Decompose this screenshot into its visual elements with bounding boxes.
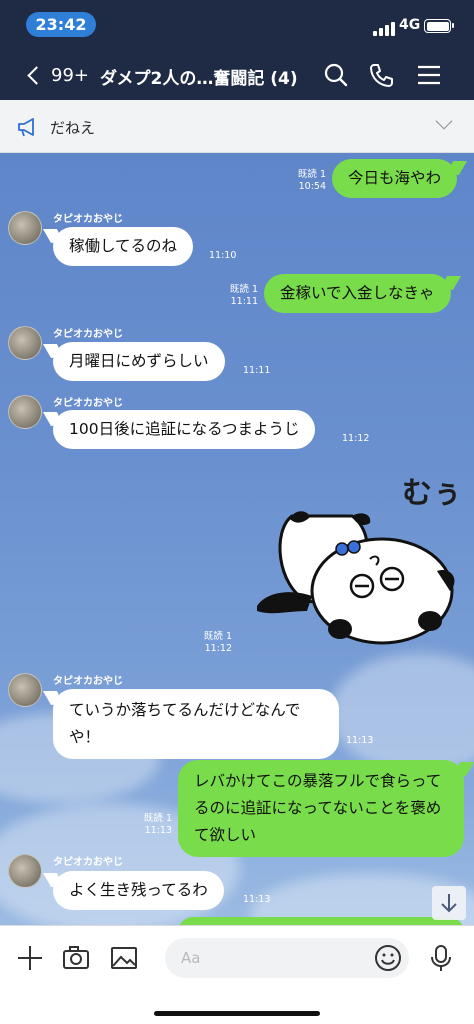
sender-name: タピオカおやじ xyxy=(53,676,123,687)
avatar[interactable] xyxy=(8,673,42,707)
announcement-bar[interactable]: だねえ xyxy=(0,100,474,153)
chat-area[interactable]: 既読 1 10:54 今日も海やわ タピオカおやじ 稼働してるのね 11:10 既… xyxy=(0,153,474,925)
image-icon[interactable] xyxy=(110,944,138,972)
sender-name: タピオカおやじ xyxy=(53,398,123,409)
network-type: 4G xyxy=(399,17,421,33)
message-bubble-incoming[interactable]: 稼働してるのね xyxy=(53,227,194,266)
scroll-down-icon[interactable] xyxy=(432,886,466,920)
message-time: 11:13 xyxy=(346,735,374,746)
sender-name: タピオカおやじ xyxy=(53,857,123,868)
message-input[interactable]: Aa xyxy=(165,938,409,978)
back-button[interactable]: 99+ xyxy=(22,58,89,92)
megaphone-icon xyxy=(18,118,34,137)
message-bubble-outgoing[interactable]: 今日も海やわ xyxy=(332,159,458,198)
back-chevron-icon xyxy=(27,65,46,85)
message-meta: 既読 1 11:12 xyxy=(203,631,232,654)
emoji-icon[interactable] xyxy=(374,944,402,972)
message-bubble-outgoing[interactable]: 金稼いで入金しなきゃ xyxy=(264,274,451,313)
menu-icon[interactable] xyxy=(416,62,442,88)
sender-name: タピオカおやじ xyxy=(53,329,123,340)
message-time: 11:13 xyxy=(243,894,271,905)
search-icon[interactable] xyxy=(323,62,349,88)
chat-title[interactable]: ダメプ2人の…奮闘記 (4) xyxy=(100,64,298,89)
sender-name: タピオカおやじ xyxy=(53,214,123,225)
composer-bar: Aa xyxy=(0,925,474,1024)
avatar[interactable] xyxy=(8,326,42,360)
avatar[interactable] xyxy=(8,395,42,429)
avatar[interactable] xyxy=(8,211,42,245)
message-meta: 既読 1 10:54 xyxy=(297,169,326,192)
announcement-text: だねえ xyxy=(50,119,96,137)
status-time: 23:42 xyxy=(26,12,96,37)
message-meta: 既読 1 11:13 xyxy=(143,813,172,836)
signal-icon xyxy=(373,22,397,36)
chevron-down-icon[interactable] xyxy=(435,112,453,130)
sticker-text: むぅ xyxy=(402,476,462,511)
home-indicator xyxy=(154,1011,320,1016)
message-bubble-outgoing[interactable]: レバかけてこの暴落フルで食らってるのに追証になってないことを褒めて欲しい xyxy=(178,760,464,857)
message-bubble-incoming[interactable]: よく生き残ってるわ xyxy=(53,871,224,910)
camera-icon[interactable] xyxy=(62,944,90,972)
phone-icon[interactable] xyxy=(368,62,394,88)
battery-icon xyxy=(424,19,454,33)
message-time: 11:10 xyxy=(209,250,237,261)
top-bar: 23:42 4G 99+ ダメプ2人の…奮闘記 (4) xyxy=(0,0,474,100)
message-bubble-incoming[interactable]: 100日後に追証になるつまようじ xyxy=(53,410,316,449)
panda-sticker[interactable]: むぅ xyxy=(252,471,462,651)
message-time: 11:12 xyxy=(342,433,370,444)
message-meta: 既読 1 11:11 xyxy=(229,284,258,307)
message-time: 11:11 xyxy=(243,365,271,376)
avatar[interactable] xyxy=(8,854,42,888)
unread-count: 99+ xyxy=(51,64,89,86)
message-bubble-incoming[interactable]: ていうか落ちてるんだけどなんでや！ xyxy=(53,689,339,759)
message-bubble-outgoing[interactable] xyxy=(178,917,464,925)
mic-icon[interactable] xyxy=(427,944,455,972)
plus-icon[interactable] xyxy=(16,944,44,972)
message-bubble-incoming[interactable]: 月曜日にめずらしい xyxy=(53,342,225,381)
